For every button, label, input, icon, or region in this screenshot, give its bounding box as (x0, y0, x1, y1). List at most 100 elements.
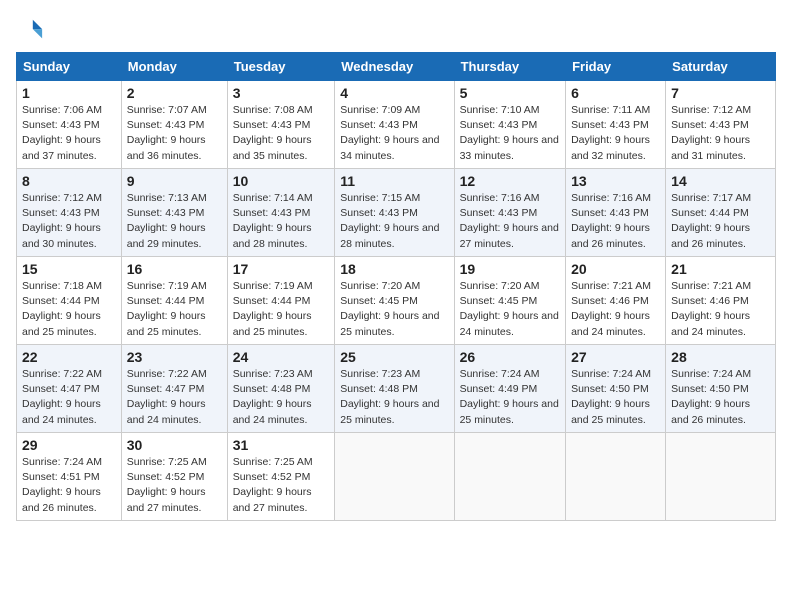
calendar-cell: 12Sunrise: 7:16 AMSunset: 4:43 PMDayligh… (454, 169, 565, 257)
calendar-cell (666, 433, 776, 521)
day-number: 28 (671, 349, 770, 365)
day-number: 30 (127, 437, 222, 453)
day-number: 16 (127, 261, 222, 277)
calendar-cell: 25Sunrise: 7:23 AMSunset: 4:48 PMDayligh… (335, 345, 454, 433)
calendar-cell: 4Sunrise: 7:09 AMSunset: 4:43 PMDaylight… (335, 81, 454, 169)
day-info: Sunrise: 7:24 AMSunset: 4:51 PMDaylight:… (22, 455, 116, 516)
day-number: 25 (340, 349, 448, 365)
day-number: 21 (671, 261, 770, 277)
calendar-cell: 18Sunrise: 7:20 AMSunset: 4:45 PMDayligh… (335, 257, 454, 345)
calendar-cell: 16Sunrise: 7:19 AMSunset: 4:44 PMDayligh… (121, 257, 227, 345)
calendar-cell: 24 Sunrise: 7:23 AMSunset: 4:48 PMDayligh… (227, 345, 335, 433)
day-info: Sunrise: 7:22 AMSunset: 4:47 PMDaylight:… (22, 367, 116, 428)
calendar-row-1: 1 Sunrise: 7:06 AMSunset: 4:43 PMDaylight… (17, 81, 776, 169)
calendar-cell: 5Sunrise: 7:10 AMSunset: 4:43 PMDaylight… (454, 81, 565, 169)
day-header-thursday: Thursday (454, 53, 565, 81)
day-info: Sunrise: 7:21 AMSunset: 4:46 PMDaylight:… (671, 279, 770, 340)
calendar-cell: 22 Sunrise: 7:22 AMSunset: 4:47 PMDayligh… (17, 345, 122, 433)
day-number: 1 (22, 85, 116, 101)
calendar-table: SundayMondayTuesdayWednesdayThursdayFrid… (16, 52, 776, 521)
day-number: 20 (571, 261, 660, 277)
day-info: Sunrise: 7:16 AMSunset: 4:43 PMDaylight:… (571, 191, 660, 252)
day-info: Sunrise: 7:14 AMSunset: 4:43 PMDaylight:… (233, 191, 330, 252)
day-number: 18 (340, 261, 448, 277)
day-number: 31 (233, 437, 330, 453)
day-number: 7 (671, 85, 770, 101)
calendar-cell: 11Sunrise: 7:15 AMSunset: 4:43 PMDayligh… (335, 169, 454, 257)
calendar-cell: 9 Sunrise: 7:13 AMSunset: 4:43 PMDaylight… (121, 169, 227, 257)
day-info: Sunrise: 7:13 AMSunset: 4:43 PMDaylight:… (127, 191, 222, 252)
calendar-cell: 6Sunrise: 7:11 AMSunset: 4:43 PMDaylight… (566, 81, 666, 169)
day-info: Sunrise: 7:21 AMSunset: 4:46 PMDaylight:… (571, 279, 660, 340)
day-info: Sunrise: 7:11 AMSunset: 4:43 PMDaylight:… (571, 103, 660, 164)
day-number: 22 (22, 349, 116, 365)
day-header-sunday: Sunday (17, 53, 122, 81)
day-info: Sunrise: 7:22 AMSunset: 4:47 PMDaylight:… (127, 367, 222, 428)
day-number: 12 (460, 173, 560, 189)
day-number: 4 (340, 85, 448, 101)
day-number: 27 (571, 349, 660, 365)
calendar-cell: 10Sunrise: 7:14 AMSunset: 4:43 PMDayligh… (227, 169, 335, 257)
calendar-cell: 23 Sunrise: 7:22 AMSunset: 4:47 PMDayligh… (121, 345, 227, 433)
day-info: Sunrise: 7:24 AMSunset: 4:50 PMDaylight:… (671, 367, 770, 428)
day-number: 2 (127, 85, 222, 101)
calendar-cell: 17Sunrise: 7:19 AMSunset: 4:44 PMDayligh… (227, 257, 335, 345)
calendar-cell: 31 Sunrise: 7:25 AMSunset: 4:52 PMDayligh… (227, 433, 335, 521)
calendar-cell (566, 433, 666, 521)
day-header-friday: Friday (566, 53, 666, 81)
day-info: Sunrise: 7:10 AMSunset: 4:43 PMDaylight:… (460, 103, 560, 164)
header-row: SundayMondayTuesdayWednesdayThursdayFrid… (17, 53, 776, 81)
day-info: Sunrise: 7:08 AMSunset: 4:43 PMDaylight:… (233, 103, 330, 164)
day-info: Sunrise: 7:07 AMSunset: 4:43 PMDaylight:… (127, 103, 222, 164)
day-info: Sunrise: 7:23 AMSunset: 4:48 PMDaylight:… (233, 367, 330, 428)
calendar-row-5: 29 Sunrise: 7:24 AMSunset: 4:51 PMDayligh… (17, 433, 776, 521)
day-info: Sunrise: 7:17 AMSunset: 4:44 PMDaylight:… (671, 191, 770, 252)
calendar-cell (454, 433, 565, 521)
logo (16, 16, 46, 44)
day-number: 17 (233, 261, 330, 277)
day-number: 11 (340, 173, 448, 189)
day-info: Sunrise: 7:12 AMSunset: 4:43 PMDaylight:… (671, 103, 770, 164)
day-number: 3 (233, 85, 330, 101)
calendar-cell: 30 Sunrise: 7:25 AMSunset: 4:52 PMDayligh… (121, 433, 227, 521)
calendar-cell: 8 Sunrise: 7:12 AMSunset: 4:43 PMDaylight… (17, 169, 122, 257)
calendar-row-2: 8 Sunrise: 7:12 AMSunset: 4:43 PMDaylight… (17, 169, 776, 257)
day-number: 14 (671, 173, 770, 189)
calendar-cell: 14 Sunrise: 7:17 AMSunset: 4:44 PMDayligh… (666, 169, 776, 257)
calendar-cell: 19 Sunrise: 7:20 AMSunset: 4:45 PMDayligh… (454, 257, 565, 345)
day-number: 24 (233, 349, 330, 365)
day-info: Sunrise: 7:24 AMSunset: 4:50 PMDaylight:… (571, 367, 660, 428)
calendar-cell: 2 Sunrise: 7:07 AMSunset: 4:43 PMDaylight… (121, 81, 227, 169)
calendar-cell: 27 Sunrise: 7:24 AMSunset: 4:50 PMDayligh… (566, 345, 666, 433)
day-number: 29 (22, 437, 116, 453)
calendar-cell: 13 Sunrise: 7:16 AMSunset: 4:43 PMDayligh… (566, 169, 666, 257)
day-number: 26 (460, 349, 560, 365)
day-info: Sunrise: 7:06 AMSunset: 4:43 PMDaylight:… (22, 103, 116, 164)
calendar-cell: 26 Sunrise: 7:24 AMSunset: 4:49 PMDayligh… (454, 345, 565, 433)
logo-icon (16, 16, 44, 44)
day-number: 23 (127, 349, 222, 365)
day-number: 13 (571, 173, 660, 189)
calendar-row-4: 22 Sunrise: 7:22 AMSunset: 4:47 PMDayligh… (17, 345, 776, 433)
calendar-cell: 1 Sunrise: 7:06 AMSunset: 4:43 PMDaylight… (17, 81, 122, 169)
calendar-cell: 29 Sunrise: 7:24 AMSunset: 4:51 PMDayligh… (17, 433, 122, 521)
calendar-cell: 21 Sunrise: 7:21 AMSunset: 4:46 PMDayligh… (666, 257, 776, 345)
day-number: 19 (460, 261, 560, 277)
day-header-monday: Monday (121, 53, 227, 81)
calendar-cell: 15Sunrise: 7:18 AMSunset: 4:44 PMDayligh… (17, 257, 122, 345)
day-header-tuesday: Tuesday (227, 53, 335, 81)
calendar-cell: 3 Sunrise: 7:08 AMSunset: 4:43 PMDaylight… (227, 81, 335, 169)
calendar-cell: 7 Sunrise: 7:12 AMSunset: 4:43 PMDaylight… (666, 81, 776, 169)
day-number: 15 (22, 261, 116, 277)
day-header-saturday: Saturday (666, 53, 776, 81)
calendar-cell (335, 433, 454, 521)
day-info: Sunrise: 7:12 AMSunset: 4:43 PMDaylight:… (22, 191, 116, 252)
day-info: Sunrise: 7:24 AMSunset: 4:49 PMDaylight:… (460, 367, 560, 428)
header (16, 16, 776, 44)
day-number: 8 (22, 173, 116, 189)
day-info: Sunrise: 7:25 AMSunset: 4:52 PMDaylight:… (233, 455, 330, 516)
calendar-row-3: 15Sunrise: 7:18 AMSunset: 4:44 PMDayligh… (17, 257, 776, 345)
day-info: Sunrise: 7:20 AMSunset: 4:45 PMDaylight:… (460, 279, 560, 340)
day-info: Sunrise: 7:25 AMSunset: 4:52 PMDaylight:… (127, 455, 222, 516)
day-number: 9 (127, 173, 222, 189)
